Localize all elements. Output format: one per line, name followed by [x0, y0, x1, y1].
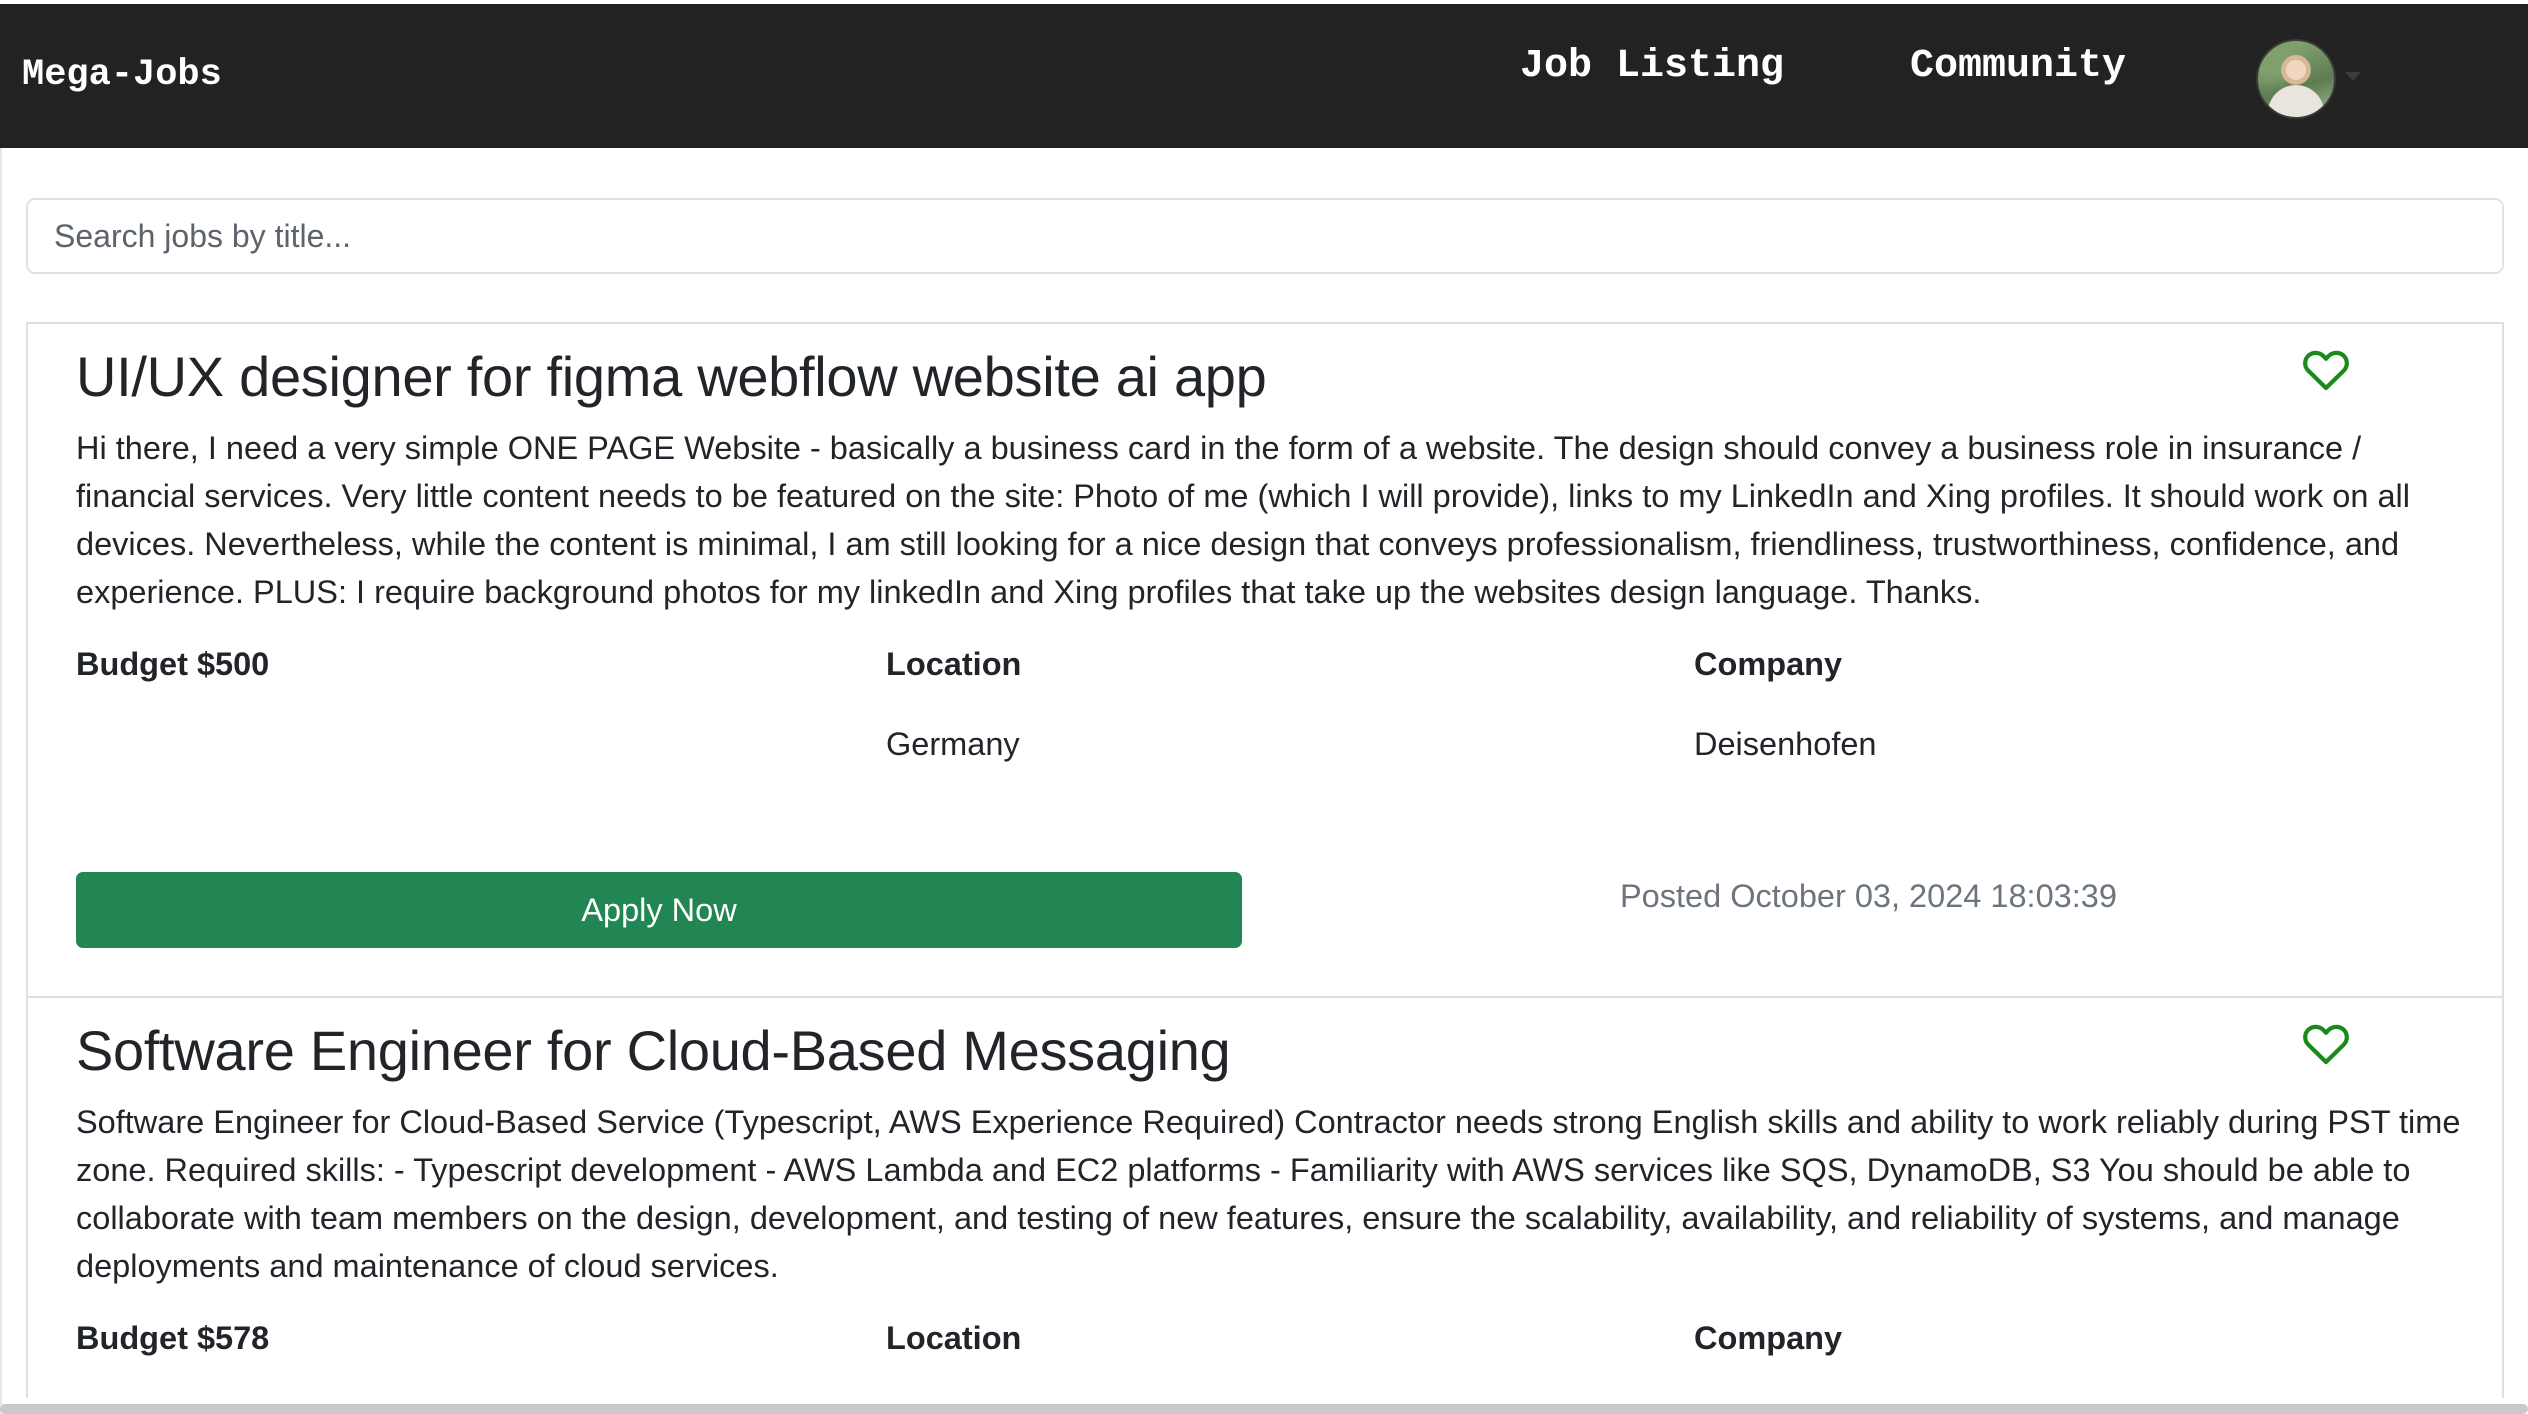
nav-community[interactable]: Community — [1910, 44, 2126, 89]
posted-timestamp: Posted October 03, 2024 18:03:39 — [1620, 878, 2117, 914]
job-card: UI/UX designer for figma webflow website… — [26, 322, 2504, 998]
top-navbar: Mega-Jobs Job Listing Community — [0, 4, 2528, 148]
company-value: Deisenhofen — [1694, 726, 1877, 762]
location-label: Location — [886, 1320, 1022, 1356]
job-title: UI/UX designer for figma webflow website… — [76, 345, 1267, 408]
caret-down-icon[interactable] — [2345, 72, 2361, 81]
heart-outline-icon[interactable] — [2302, 1020, 2350, 1066]
job-description: Software Engineer for Cloud-Based Servic… — [76, 1104, 2461, 1284]
nav-job-listing[interactable]: Job Listing — [1520, 44, 1784, 89]
location-label: Location — [886, 646, 1022, 682]
heart-outline-icon[interactable] — [2302, 346, 2350, 392]
job-budget: Budget $500 — [76, 646, 270, 682]
company-label: Company — [1694, 1320, 1843, 1356]
location-value: Germany — [886, 726, 1020, 762]
job-title: Software Engineer for Cloud-Based Messag… — [76, 1019, 1231, 1082]
brand-logo[interactable]: Mega-Jobs — [22, 54, 222, 96]
app-root: Mega-Jobs Job Listing Community UI/UX de… — [0, 0, 2528, 1414]
horizontal-scrollbar[interactable] — [0, 1404, 2528, 1414]
company-label: Company — [1694, 646, 1843, 682]
job-description: Hi there, I need a very simple ONE PAGE … — [76, 430, 2410, 610]
search-input[interactable] — [26, 198, 2504, 274]
job-card: Software Engineer for Cloud-Based Messag… — [26, 996, 2504, 1398]
apply-now-button[interactable]: Apply Now — [76, 872, 1242, 948]
left-border — [0, 148, 2, 1414]
user-avatar[interactable] — [2256, 39, 2336, 119]
job-budget: Budget $578 — [76, 1320, 270, 1356]
